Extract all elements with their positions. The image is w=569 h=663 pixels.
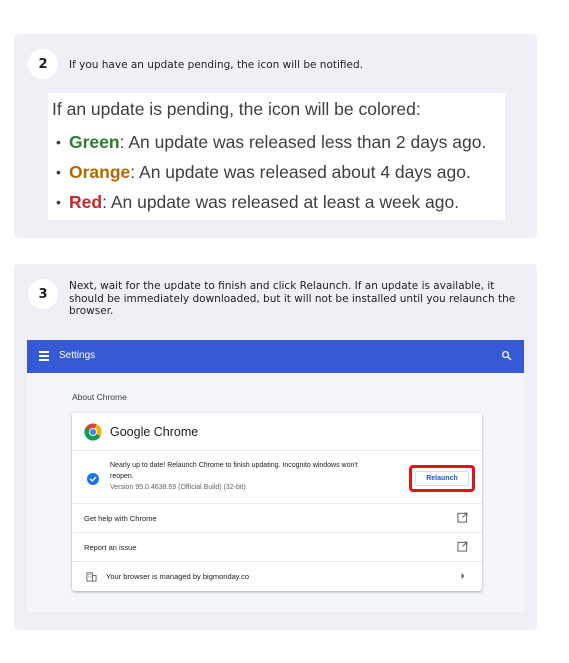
tip-text: : An update was released about 4 days ag… <box>130 161 471 182</box>
update-color-tip-image: If an update is pending, the icon will b… <box>48 93 505 220</box>
step-number-badge: 2 <box>28 49 58 79</box>
product-name: Google Chrome <box>110 425 199 439</box>
get-help-row[interactable]: Get help with Chrome <box>72 504 482 533</box>
search-icon[interactable] <box>501 350 512 361</box>
bullet: • <box>56 164 61 180</box>
building-icon <box>86 572 97 582</box>
chrome-settings-screenshot: Settings About Chrome Google Chrome Near… <box>27 340 524 612</box>
step-2-description: If you have an update pending, the icon … <box>69 59 363 71</box>
relaunch-button[interactable]: Relaunch <box>415 471 469 486</box>
step-3-card: 3 Next, wait for the update to finish an… <box>14 264 537 630</box>
report-issue-label: Report an issue <box>84 543 137 552</box>
tip-text: : An update was released less than 2 day… <box>119 131 487 152</box>
tip-keyword: Green <box>69 131 120 152</box>
tip-keyword: Red <box>69 191 103 212</box>
get-help-label: Get help with Chrome <box>84 514 157 523</box>
settings-appbar: Settings <box>27 340 524 373</box>
tip-item-orange: • Orange : An update was released about … <box>52 157 505 187</box>
update-status-row: Nearly up to date! Relaunch Chrome to fi… <box>72 451 482 504</box>
bullet: • <box>56 134 61 150</box>
hamburger-menu-icon[interactable] <box>39 351 49 361</box>
bullet: • <box>56 194 61 210</box>
step-2-card: 2 If you have an update pending, the ico… <box>14 34 537 238</box>
managed-by-label: Your browser is managed by bigmonday.co <box>106 572 249 581</box>
managed-browser-row[interactable]: Your browser is managed by bigmonday.co <box>72 562 482 591</box>
about-chrome-card: Google Chrome Nearly up to date! Relaunc… <box>72 413 482 591</box>
chevron-right-icon <box>461 573 465 579</box>
step-3-description: Next, wait for the update to finish and … <box>69 280 516 317</box>
chrome-logo-icon <box>84 423 102 441</box>
tip-keyword: Orange <box>69 161 131 182</box>
update-message: Nearly up to date! Relaunch Chrome to fi… <box>110 461 380 494</box>
external-link-icon <box>457 512 468 523</box>
about-chrome-heading: About Chrome <box>72 392 127 402</box>
check-circle-icon <box>87 473 99 485</box>
about-header: Google Chrome <box>72 413 482 451</box>
tip-item-green: • Green : An update was released less th… <box>52 127 505 157</box>
update-status-text: Nearly up to date! Relaunch Chrome to fi… <box>110 462 358 480</box>
tip-title: If an update is pending, the icon will b… <box>52 99 421 119</box>
tip-item-red: • Red : An update was released at least … <box>52 187 505 217</box>
version-text: Version 95.0.4638.69 (Official Build) (3… <box>110 484 246 491</box>
external-link-icon <box>457 541 468 552</box>
relaunch-highlight: Relaunch <box>409 465 475 492</box>
tip-text: : An update was released at least a week… <box>102 191 460 212</box>
step-number-badge: 3 <box>28 279 58 309</box>
appbar-title: Settings <box>59 350 96 361</box>
report-issue-row[interactable]: Report an issue <box>72 533 482 562</box>
